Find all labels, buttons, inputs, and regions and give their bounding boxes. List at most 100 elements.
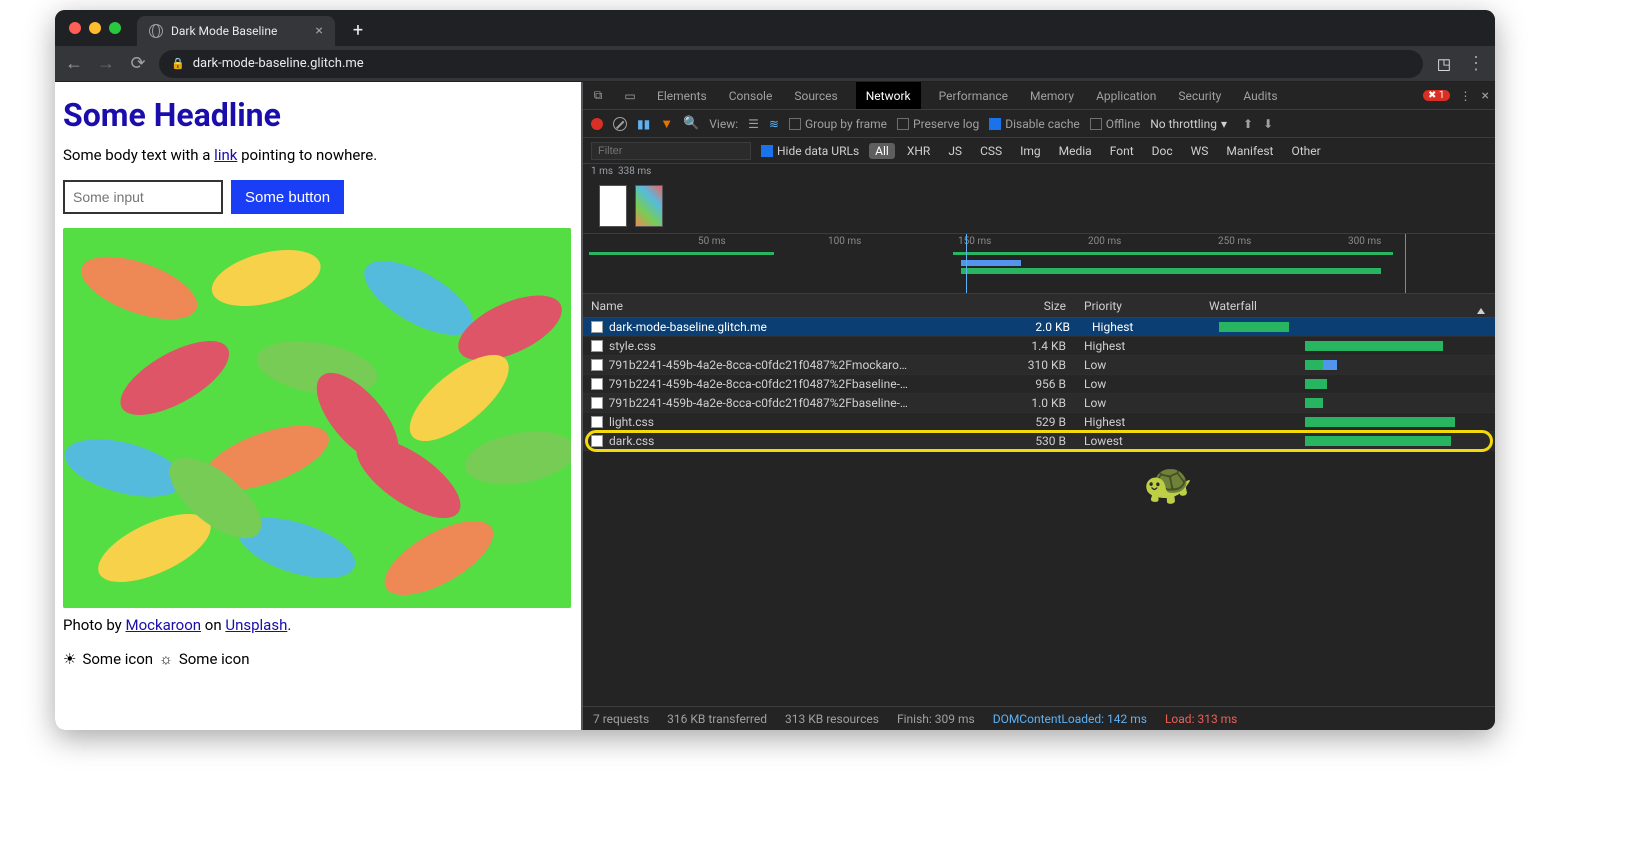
filter-type-ws[interactable]: WS (1185, 143, 1215, 159)
table-row[interactable]: dark-mode-baseline.glitch.me2.0 KBHighes… (583, 318, 1495, 337)
filter-type-xhr[interactable]: XHR (901, 143, 936, 159)
tab-memory[interactable]: Memory (1026, 82, 1078, 109)
file-size: 2.0 KB (917, 320, 1082, 334)
record-button[interactable] (591, 118, 603, 130)
filmstrip-thumb[interactable] (599, 185, 627, 227)
tick-label: 100 ms (828, 236, 861, 247)
col-header-priority[interactable]: Priority (1078, 299, 1203, 313)
file-icon (591, 416, 603, 428)
chevron-down-icon: ▾ (1221, 117, 1227, 131)
tab-strip: Dark Mode Baseline × + (55, 10, 1495, 46)
status-resources: 313 KB resources (785, 712, 879, 726)
filter-row: Hide data URLs All XHR JS CSS Img Media Font Do… (583, 138, 1495, 164)
browser-toolbar: ← → ⟳ 🔒 dark-mode-baseline.glitch.me ◳ ⋮ (55, 46, 1495, 82)
tab-elements[interactable]: Elements (653, 82, 711, 109)
file-size: 310 KB (913, 358, 1078, 372)
tab-network[interactable]: Network (856, 82, 921, 109)
devtools-panel: ⧉ ▭ Elements Console Sources Network Per… (583, 82, 1495, 730)
close-window-button[interactable] (69, 22, 81, 34)
address-bar[interactable]: 🔒 dark-mode-baseline.glitch.me (159, 50, 1423, 78)
tab-audits[interactable]: Audits (1239, 82, 1281, 109)
col-header-waterfall[interactable]: Waterfall (1203, 299, 1495, 313)
col-header-size[interactable]: Size (913, 299, 1078, 313)
caption-author-link[interactable]: Mockaroon (125, 616, 201, 634)
browser-menu-button[interactable]: ⋮ (1465, 53, 1487, 75)
photo-caption: Photo by Mockaroon on Unsplash. (63, 616, 571, 634)
filter-type-font[interactable]: Font (1104, 143, 1140, 159)
export-icon[interactable]: ⬇ (1263, 117, 1273, 131)
tab-console[interactable]: Console (725, 82, 777, 109)
tab-application[interactable]: Application (1092, 82, 1160, 109)
body-link[interactable]: link (214, 146, 237, 164)
timeline-overview[interactable]: 50 ms 100 ms 150 ms 200 ms 250 ms 300 ms (583, 234, 1495, 294)
filter-icon[interactable]: ▼ (660, 116, 673, 132)
filter-type-other[interactable]: Other (1285, 143, 1326, 159)
filter-type-manifest[interactable]: Manifest (1220, 143, 1279, 159)
table-row[interactable]: light.css529 BHighest (583, 413, 1495, 432)
hide-data-urls-checkbox[interactable]: Hide data URLs (761, 144, 859, 158)
status-bar: 7 requests 316 KB transferred 313 KB res… (583, 706, 1495, 730)
caption-source-link[interactable]: Unsplash (225, 616, 287, 634)
table-row[interactable]: 791b2241-459b-4a2e-8cca-c0fdc21f0487%2Fb… (583, 394, 1495, 413)
body-text-post: pointing to nowhere. (237, 146, 377, 164)
filmstrip: 1 ms 338 ms (583, 164, 1495, 234)
tick-label: 50 ms (698, 236, 726, 247)
devtools-tabs: ⧉ ▭ Elements Console Sources Network Per… (583, 82, 1495, 110)
filter-type-css[interactable]: CSS (974, 143, 1008, 159)
close-tab-icon[interactable]: × (315, 23, 322, 39)
new-tab-button[interactable]: + (343, 20, 373, 41)
filter-type-doc[interactable]: Doc (1146, 143, 1179, 159)
table-row[interactable]: 791b2241-459b-4a2e-8cca-c0fdc21f0487%2Fm… (583, 356, 1495, 375)
col-header-name[interactable]: Name (583, 299, 913, 313)
table-row[interactable]: 791b2241-459b-4a2e-8cca-c0fdc21f0487%2Fb… (583, 375, 1495, 394)
import-icon[interactable]: ⬆ (1243, 117, 1253, 131)
disable-cache-checkbox[interactable]: Disable cache (989, 117, 1080, 131)
group-by-frame-checkbox[interactable]: Group by frame (789, 117, 887, 131)
submit-button[interactable]: Some button (231, 180, 344, 214)
filter-input[interactable] (591, 142, 751, 160)
extension-icon[interactable]: ◳ (1433, 53, 1455, 75)
table-row[interactable]: dark.css530 BLowest (583, 432, 1495, 451)
forward-button[interactable]: → (95, 53, 117, 75)
filter-type-all[interactable]: All (869, 143, 895, 159)
error-badge[interactable]: ✖ 1 (1423, 90, 1449, 101)
text-input[interactable] (63, 180, 223, 214)
tab-performance[interactable]: Performance (935, 82, 1012, 109)
table-row[interactable]: style.css1.4 KBHighest (583, 337, 1495, 356)
browser-tab[interactable]: Dark Mode Baseline × (137, 16, 335, 46)
offline-checkbox[interactable]: Offline (1090, 117, 1140, 131)
file-name: 791b2241-459b-4a2e-8cca-c0fdc21f0487%2Fm… (609, 358, 913, 372)
page-headline: Some Headline (63, 96, 571, 134)
devtools-close-icon[interactable]: × (1482, 88, 1489, 104)
preserve-log-checkbox[interactable]: Preserve log (897, 117, 979, 131)
fs-time: 1 ms (591, 166, 613, 177)
filter-type-js[interactable]: JS (942, 143, 968, 159)
minimize-window-button[interactable] (89, 22, 101, 34)
filmstrip-thumb[interactable] (635, 185, 663, 227)
tab-sources[interactable]: Sources (790, 82, 841, 109)
throttling-select[interactable]: No throttling▾ (1150, 117, 1227, 131)
table-body: dark-mode-baseline.glitch.me2.0 KBHighes… (583, 318, 1495, 451)
file-size: 1.0 KB (913, 396, 1078, 410)
file-priority: Highest (1078, 415, 1203, 429)
icon-label-1: Some icon (82, 650, 153, 668)
search-icon[interactable]: 🔍 (683, 116, 699, 131)
large-rows-icon[interactable]: ☰ (748, 117, 759, 131)
tab-security[interactable]: Security (1174, 82, 1225, 109)
back-button[interactable]: ← (63, 53, 85, 75)
inspect-icon[interactable]: ⧉ (589, 87, 607, 105)
tick-label: 250 ms (1218, 236, 1251, 247)
sun-icon: ☀ (63, 650, 76, 668)
filter-type-img[interactable]: Img (1014, 143, 1047, 159)
device-icon[interactable]: ▭ (621, 87, 639, 105)
fullscreen-window-button[interactable] (109, 22, 121, 34)
camera-icon[interactable]: ▮▮ (637, 117, 650, 131)
clear-button[interactable] (613, 117, 627, 131)
browser-window: Dark Mode Baseline × + ← → ⟳ 🔒 dark-mode… (55, 10, 1495, 730)
turtle-emoji: 🐢 (1143, 460, 1193, 507)
reload-button[interactable]: ⟳ (127, 53, 149, 75)
filter-type-media[interactable]: Media (1053, 143, 1098, 159)
waterfall-icon[interactable]: ≋ (769, 117, 779, 131)
devtools-more-icon[interactable]: ⋮ (1460, 89, 1472, 103)
waterfall-cell (1203, 432, 1495, 451)
